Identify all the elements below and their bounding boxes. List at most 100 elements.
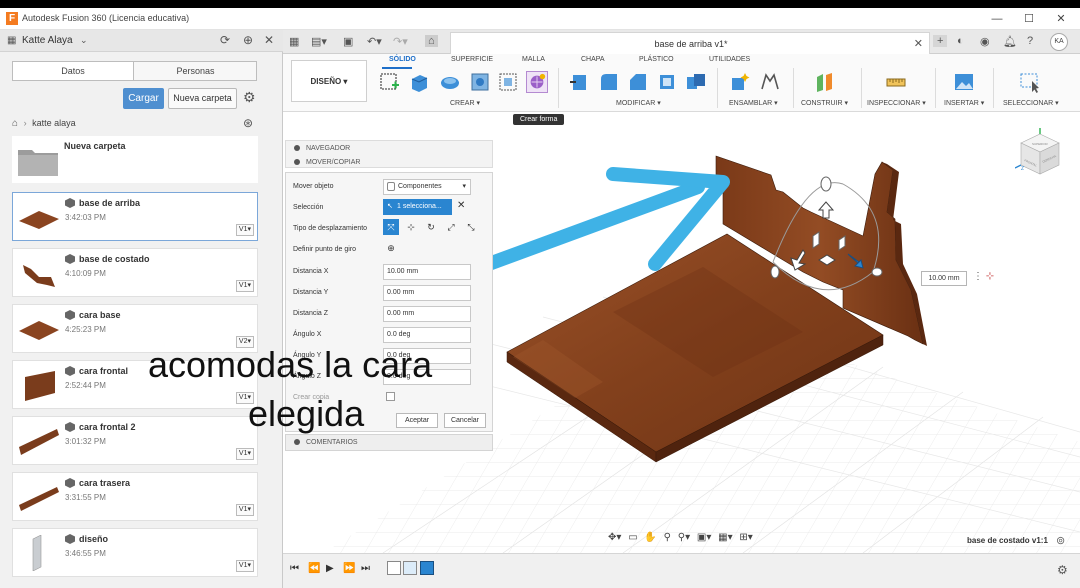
new-folder-button[interactable]: Nueva carpeta (168, 88, 237, 109)
app-grid-icon[interactable]: ▦ (289, 35, 299, 48)
close-window-button[interactable]: ✕ (1049, 11, 1073, 27)
close-icon[interactable]: ✕ (914, 37, 923, 50)
group-construir[interactable]: CONSTRUIR ▾ (801, 99, 848, 107)
close-icon[interactable]: ✕ (264, 33, 274, 47)
go-to-end-icon[interactable]: ⏭ (361, 563, 370, 574)
dist-x-input[interactable]: 10.00 mm (383, 264, 471, 280)
fit-icon[interactable]: ⚲▾ (678, 532, 690, 543)
file-item-cara-frontal-2[interactable]: cara frontal 2 3:01:32 PM V1▾ (12, 416, 258, 465)
timeline-sketch-icon[interactable] (387, 561, 401, 575)
help-icon[interactable]: ? (1027, 35, 1033, 47)
file-item-cara-trasera[interactable]: cara trasera 3:31:55 PM V1▾ (12, 472, 258, 521)
members-icon[interactable]: ⊛ (243, 116, 253, 130)
view-cube[interactable]: Z SUPERIOR FRONTAL DERECHA (1015, 128, 1065, 178)
point-to-point-icon[interactable]: ⤢ (443, 219, 459, 235)
viewports-icon[interactable]: ⊞▾ (739, 532, 752, 543)
selection-button[interactable]: ↖ 1 selecciona... (383, 199, 452, 215)
new-tab-icon[interactable]: + (933, 35, 948, 47)
canvas-distance-input[interactable]: 10.00 mm (921, 271, 967, 286)
display-settings-icon[interactable]: ▣▾ (697, 532, 711, 543)
create-copy-checkbox[interactable] (386, 392, 395, 401)
sweep-icon[interactable] (469, 71, 491, 93)
select-icon[interactable] (1019, 71, 1041, 93)
move-object-select[interactable]: Componentes ▾ (383, 179, 471, 195)
look-at-icon[interactable]: ▭ (628, 532, 637, 543)
user-name[interactable]: Katte Alaya (22, 35, 73, 46)
tab-datos[interactable]: Datos (13, 62, 134, 80)
version-badge[interactable]: V1▾ (235, 224, 254, 236)
notifications-icon[interactable]: 🔔︎ (1003, 35, 1017, 48)
home-icon[interactable]: ⌂ (12, 118, 18, 129)
tab-superficie[interactable]: SUPERFICIE (451, 56, 493, 63)
angle-x-input[interactable]: 0.0 deg (383, 327, 471, 343)
free-move-icon[interactable]: ⤧ (383, 219, 399, 235)
extensions-icon[interactable]: ◐ (957, 35, 964, 47)
gear-icon[interactable]: ⚙ (243, 89, 256, 106)
group-insertar[interactable]: INSERTAR ▾ (944, 99, 984, 107)
loft-icon[interactable] (497, 71, 519, 93)
undo-icon[interactable]: ↶▾ (367, 35, 382, 48)
insert-image-icon[interactable] (953, 71, 975, 93)
upload-button[interactable]: Cargar (123, 88, 164, 109)
tab-utilidades[interactable]: UTILIDADES (709, 56, 750, 63)
rotate-icon[interactable]: ↻ (423, 219, 439, 235)
measure-icon[interactable] (885, 71, 907, 93)
chamfer-icon[interactable] (627, 71, 649, 93)
file-item-base-de-costado[interactable]: base de costado 4:10:09 PM V1▾ (12, 248, 258, 297)
create-sketch-icon[interactable] (379, 71, 401, 93)
ok-button[interactable]: Aceptar (396, 413, 438, 428)
minimize-button[interactable]: — (985, 11, 1009, 27)
version-badge[interactable]: V1▾ (235, 560, 254, 572)
save-icon[interactable]: ▣ (343, 35, 353, 48)
home-icon[interactable]: ⌂ (425, 35, 438, 47)
file-item-diseno[interactable]: diseño 3:46:55 PM V1▾ (12, 528, 258, 577)
group-crear[interactable]: CREAR ▾ (450, 99, 480, 107)
tab-malla[interactable]: MALLA (522, 56, 545, 63)
folder-item[interactable]: Nueva carpeta (12, 136, 258, 183)
comments-panel[interactable]: COMENTARIOS (285, 434, 493, 451)
timeline-feature-icon[interactable] (403, 561, 417, 575)
new-component-icon[interactable] (729, 71, 751, 93)
maximize-button[interactable]: ☐ (1017, 11, 1041, 27)
point-to-position-icon[interactable]: ⤡ (463, 219, 479, 235)
browser-navigator[interactable]: NAVEGADOR (294, 145, 350, 152)
create-form-icon[interactable] (526, 71, 548, 93)
version-badge[interactable]: V1▾ (235, 280, 254, 292)
gear-icon[interactable]: ⚙ (1057, 563, 1068, 577)
job-status-icon[interactable]: ◉ (980, 35, 990, 48)
zoom-icon[interactable]: ⚲ (664, 532, 671, 543)
timeline-move-icon[interactable] (420, 561, 434, 575)
tab-chapa[interactable]: CHAPA (581, 56, 605, 63)
play-icon[interactable]: ▶ (326, 563, 334, 574)
step-back-icon[interactable]: ⏪ (308, 563, 320, 574)
more-options-icon[interactable]: ⋮ (973, 271, 983, 282)
pan-icon[interactable]: ✋ (644, 532, 656, 543)
collapse-icon[interactable] (294, 145, 300, 152)
combine-icon[interactable] (685, 71, 707, 93)
translate-icon[interactable]: ⊹ (403, 219, 419, 235)
pivot-pin-icon[interactable]: ⊹ (986, 271, 994, 282)
version-badge[interactable]: V1▾ (235, 448, 254, 460)
orbit-icon[interactable]: ✥▾ (608, 532, 621, 543)
workspace-switcher[interactable]: DISEÑO ▾ (291, 60, 367, 102)
file-menu-icon[interactable]: ▤▾ (311, 35, 327, 48)
group-ensamblar[interactable]: ENSAMBLAR ▾ (729, 99, 778, 107)
clear-selection-icon[interactable]: ✕ (457, 200, 465, 211)
document-tab[interactable]: base de arriba v1* ✕ (450, 32, 930, 54)
breadcrumb-item[interactable]: katte alaya (32, 118, 76, 128)
collapse-icon[interactable] (294, 439, 300, 446)
file-item-base-de-arriba[interactable]: base de arriba 3:42:03 PM V1▾ (12, 192, 258, 241)
offset-plane-icon[interactable] (814, 71, 836, 93)
group-modificar[interactable]: MODIFICAR ▾ (616, 99, 661, 107)
version-badge[interactable]: V1▾ (235, 504, 254, 516)
browser-move-copy[interactable]: MOVER/COPIAR (294, 159, 360, 166)
extrude-icon[interactable] (408, 71, 430, 93)
chevron-down-icon[interactable]: ⌄ (80, 35, 88, 46)
shell-icon[interactable] (656, 71, 678, 93)
grid-settings-icon[interactable]: ▦▾ (718, 532, 732, 543)
dist-y-input[interactable]: 0.00 mm (383, 285, 471, 301)
fillet-icon[interactable] (598, 71, 620, 93)
joint-icon[interactable] (759, 71, 781, 93)
pivot-icon[interactable]: ⊕ (383, 240, 399, 256)
avatar[interactable]: KA (1050, 33, 1068, 51)
